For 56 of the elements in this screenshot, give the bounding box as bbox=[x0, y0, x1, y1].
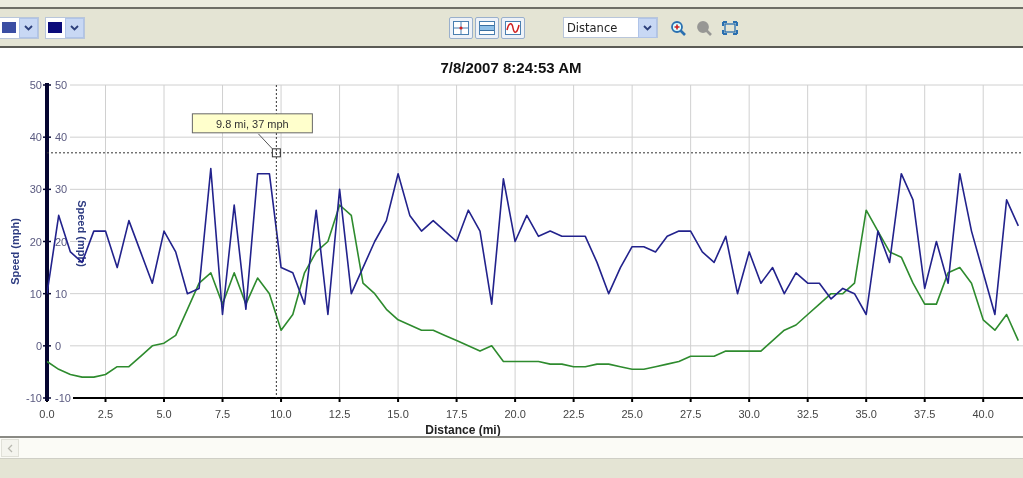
axis-tick-label: 25.0 bbox=[621, 408, 643, 420]
caret-icon bbox=[70, 24, 79, 31]
axis-tick-label: 12.5 bbox=[328, 408, 351, 420]
axis-tick-label: 40 bbox=[29, 131, 42, 144]
axis-tick-label: 27.5 bbox=[679, 408, 702, 420]
annotation: 9.8 mi, 37 mph bbox=[215, 117, 289, 130]
color-dropdown[interactable] bbox=[45, 16, 85, 39]
axis-tick-label: 0.0 bbox=[39, 408, 55, 420]
y-axis-title: Speed (mph) bbox=[76, 200, 88, 267]
axis-tick-label: 0 bbox=[55, 339, 62, 352]
caret-icon bbox=[24, 24, 33, 31]
caret-icon bbox=[643, 24, 652, 31]
axis-tick-label: -10 bbox=[55, 392, 71, 404]
axis-tick-label: 30 bbox=[29, 183, 42, 196]
axis-tick-label: 32.5 bbox=[796, 408, 819, 420]
axis-tick-label: 35.0 bbox=[855, 408, 877, 420]
axis-tick-label: 40 bbox=[55, 131, 68, 144]
color-dropdown[interactable] bbox=[0, 16, 39, 39]
axis-tick-label: 22.5 bbox=[562, 408, 585, 420]
wave-button[interactable] bbox=[501, 16, 525, 39]
axis-tick-label: 20.0 bbox=[504, 408, 526, 420]
y-axis-title: Speed (mph) bbox=[9, 218, 21, 285]
axis-tick-label: 2.5 bbox=[97, 408, 114, 420]
axis-tick-label: 30.0 bbox=[738, 408, 760, 420]
leader-line bbox=[257, 133, 273, 150]
axis-tick-label: 10.0 bbox=[270, 408, 292, 420]
axis-tick-label: 15.0 bbox=[387, 408, 409, 420]
axis-tick-label: 40.0 bbox=[972, 408, 994, 420]
horizontal-scrollbar[interactable] bbox=[0, 436, 1023, 459]
axis-tick-label: 20 bbox=[55, 235, 68, 248]
crosshair-button[interactable] bbox=[449, 16, 473, 39]
axis-tick-label: 20 bbox=[29, 235, 42, 248]
axis-tick-label: 10 bbox=[29, 287, 42, 300]
crosshair-icon bbox=[452, 19, 470, 36]
fit-frame-icon bbox=[722, 19, 738, 36]
axis-tick-label: 50 bbox=[55, 79, 68, 91]
axis-tick-label: 5.0 bbox=[156, 408, 172, 420]
point-marker bbox=[271, 148, 281, 158]
axis-tick-label: 17.5 bbox=[445, 408, 468, 420]
wave-icon bbox=[504, 19, 522, 36]
axis-dropdown[interactable]: Distance bbox=[563, 17, 658, 38]
axis-tick-label: 37.5 bbox=[914, 408, 936, 420]
band-button[interactable] bbox=[475, 16, 499, 39]
axis-tick-label: 10 bbox=[55, 287, 68, 300]
zoom-in-icon bbox=[670, 19, 686, 36]
tooltip: 9.8 mi, 37 mph bbox=[191, 113, 313, 134]
axis-tick-label: 30 bbox=[55, 183, 68, 196]
axis-tick-label: 7.5 bbox=[214, 408, 231, 420]
axis-tick-label: -10 bbox=[26, 392, 42, 404]
axis-tick-label: 0 bbox=[35, 339, 42, 352]
chevron-left-icon bbox=[7, 443, 13, 453]
x-axis-title: Distance (mi) bbox=[425, 423, 501, 436]
horizontal-band-icon bbox=[478, 19, 496, 36]
zoom-out-icon bbox=[696, 19, 712, 36]
chart-title: 7/8/2007 8:24:53 AM bbox=[440, 59, 582, 76]
axis-tick-label: 50 bbox=[29, 79, 42, 91]
